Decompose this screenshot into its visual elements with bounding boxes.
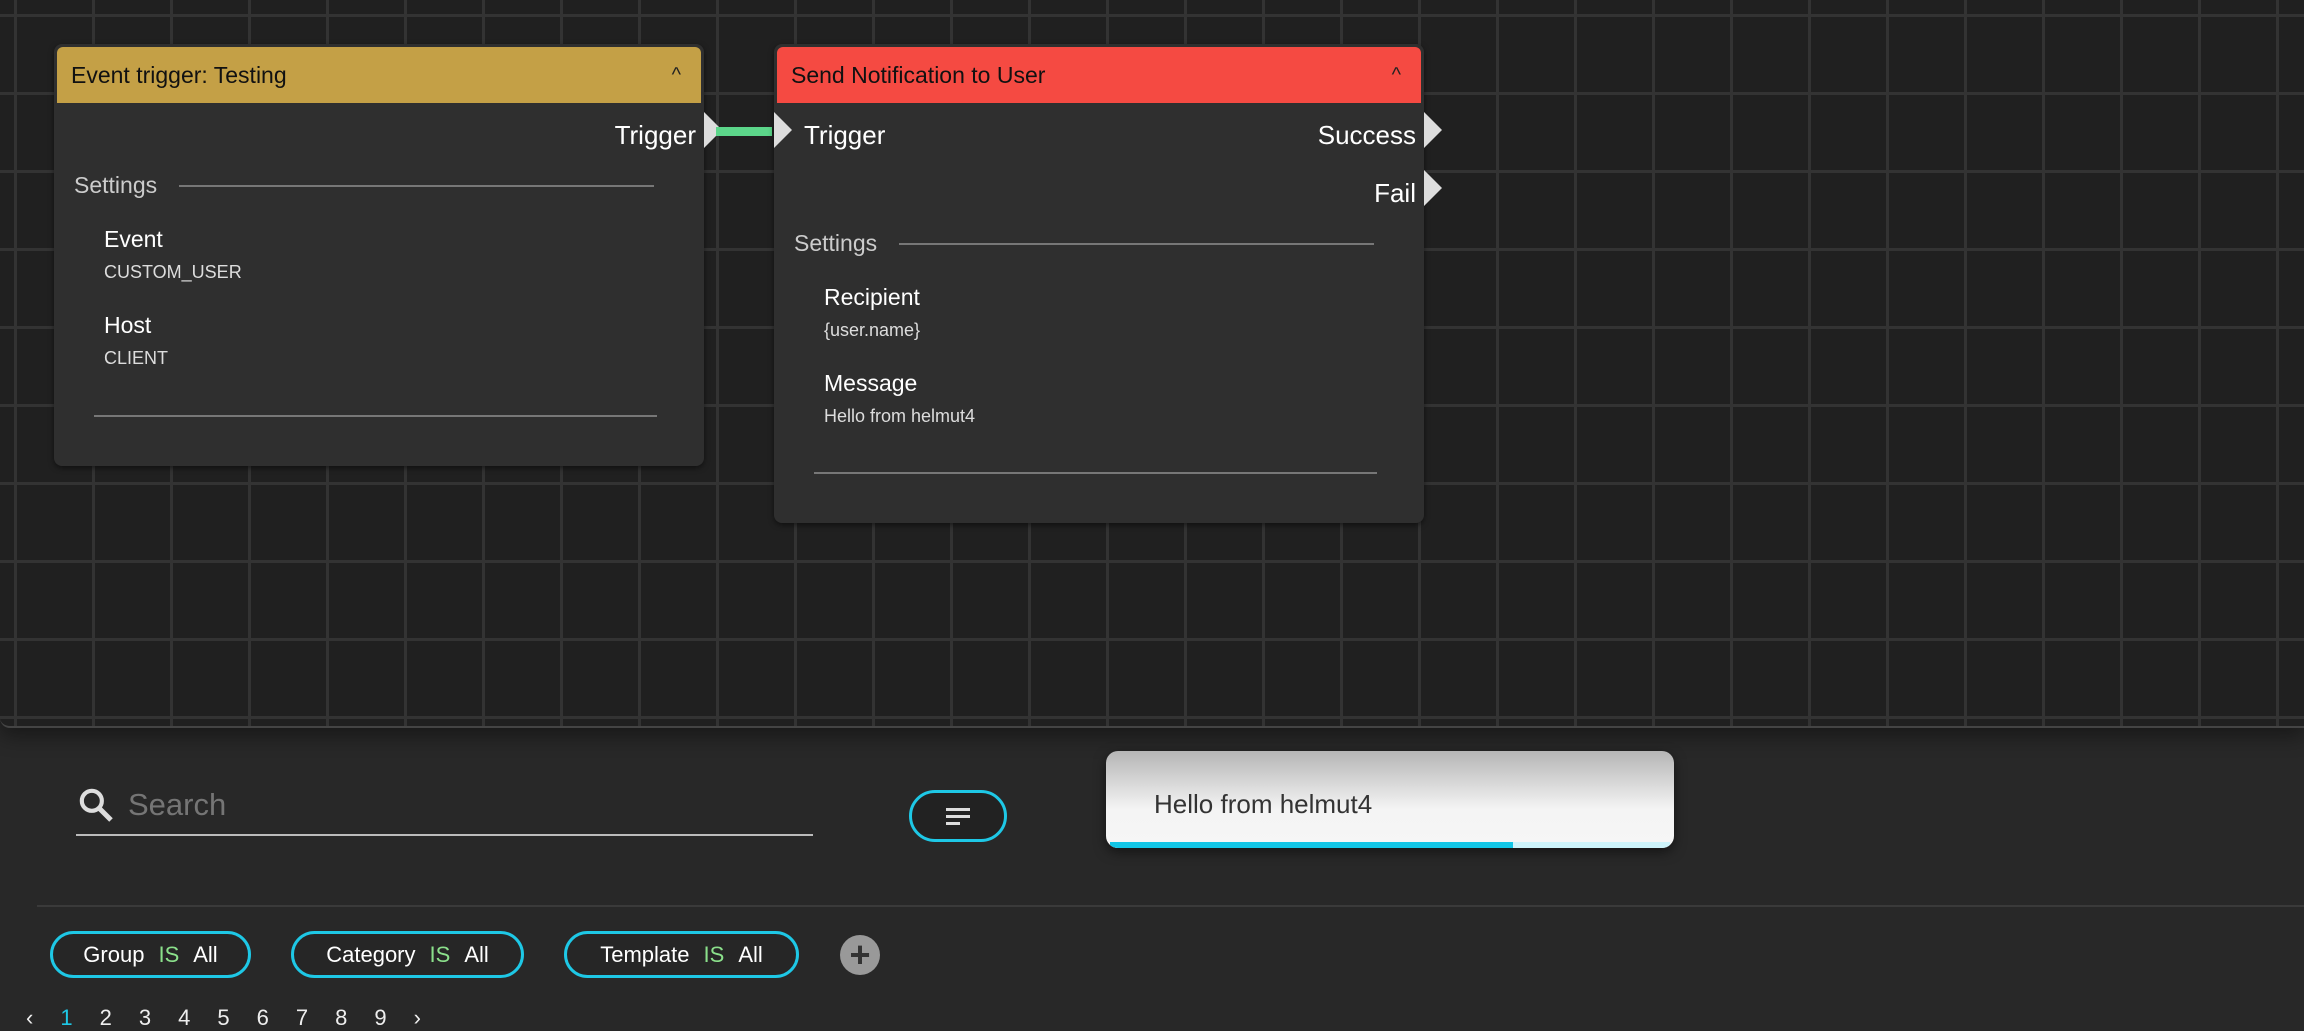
chip-value: All xyxy=(193,941,218,967)
pagination: ‹ 1 2 3 4 5 6 7 8 9 › xyxy=(26,1005,421,1031)
field-value: {user.name} xyxy=(824,320,921,340)
filter-chip-template[interactable]: Template IS All xyxy=(564,931,799,978)
node-title: Send Notification to User xyxy=(791,61,1046,88)
chevron-up-icon[interactable]: ^ xyxy=(672,64,681,87)
section-settings: Settings xyxy=(74,172,655,199)
chip-operator: IS xyxy=(158,941,180,967)
divider xyxy=(94,415,657,417)
section-label: Settings xyxy=(74,172,158,198)
page-9[interactable]: 9 xyxy=(374,1005,386,1031)
field-value: Hello from helmut4 xyxy=(824,406,976,426)
filter-chip-category[interactable]: Category IS All xyxy=(291,931,524,978)
chevron-up-icon[interactable]: ^ xyxy=(1392,64,1401,87)
toast-progress-fill xyxy=(1110,842,1514,848)
page-7[interactable]: 7 xyxy=(296,1005,308,1031)
node-header[interactable]: Event trigger: Testing ^ xyxy=(57,47,701,103)
page-5[interactable]: 5 xyxy=(217,1005,229,1031)
node-send-notification[interactable]: Send Notification to User ^ Trigger Succ… xyxy=(774,44,1442,523)
notification-toast[interactable]: Hello from helmut4 xyxy=(1106,751,1674,848)
chip-operator: IS xyxy=(429,941,451,967)
field-value: CUSTOM_USER xyxy=(104,262,242,282)
search-field[interactable] xyxy=(76,775,813,836)
sort-lines-icon xyxy=(946,808,970,825)
chip-operator: IS xyxy=(703,941,725,967)
divider xyxy=(179,184,655,187)
divider xyxy=(37,905,2304,907)
page-6[interactable]: 6 xyxy=(257,1005,269,1031)
input-port-trigger[interactable] xyxy=(774,112,792,148)
add-filter-button[interactable]: + xyxy=(840,935,880,975)
node-event-trigger[interactable]: Event trigger: Testing ^ Trigger Setting… xyxy=(54,44,722,466)
divider xyxy=(814,472,1377,474)
filter-chip-group[interactable]: Group IS All xyxy=(50,931,251,978)
chip-field: Group xyxy=(83,941,145,967)
section-label: Settings xyxy=(794,230,878,256)
output-port-fail[interactable] xyxy=(1424,170,1442,206)
section-settings: Settings xyxy=(794,230,1375,257)
field-label: Recipient xyxy=(824,284,920,310)
page-3[interactable]: 3 xyxy=(139,1005,151,1031)
node-header[interactable]: Send Notification to User ^ xyxy=(777,47,1421,103)
output-port-label: Trigger xyxy=(614,120,696,150)
node-title: Event trigger: Testing xyxy=(71,61,287,88)
output-port-success[interactable] xyxy=(1424,112,1442,148)
plus-icon: + xyxy=(849,934,871,975)
search-input[interactable] xyxy=(128,786,728,823)
field-value: CLIENT xyxy=(104,348,169,368)
field-label: Message xyxy=(824,370,918,396)
connection-line[interactable] xyxy=(716,127,772,136)
chip-value: All xyxy=(464,941,489,967)
search-icon xyxy=(79,788,113,822)
divider xyxy=(899,242,1375,245)
next-page-button[interactable]: › xyxy=(414,1005,421,1031)
field-label: Event xyxy=(104,226,163,252)
field-label: Host xyxy=(104,312,152,338)
flow-canvas[interactable]: Event trigger: Testing ^ Trigger Setting… xyxy=(0,0,2304,728)
chip-field: Template xyxy=(600,941,690,967)
toast-message: Hello from helmut4 xyxy=(1154,789,1373,819)
sort-filter-button[interactable] xyxy=(909,790,1007,842)
output-port-label: Success xyxy=(1317,120,1416,150)
page-2[interactable]: 2 xyxy=(100,1005,112,1031)
output-port-label: Fail xyxy=(1374,178,1416,208)
page-1[interactable]: 1 xyxy=(60,1005,72,1031)
toast-progress xyxy=(1110,842,1670,848)
page-4[interactable]: 4 xyxy=(178,1005,190,1031)
input-port-label: Trigger xyxy=(804,120,886,150)
page-8[interactable]: 8 xyxy=(335,1005,347,1031)
chip-value: All xyxy=(738,941,763,967)
prev-page-button[interactable]: ‹ xyxy=(26,1005,33,1031)
chip-field: Category xyxy=(326,941,416,967)
